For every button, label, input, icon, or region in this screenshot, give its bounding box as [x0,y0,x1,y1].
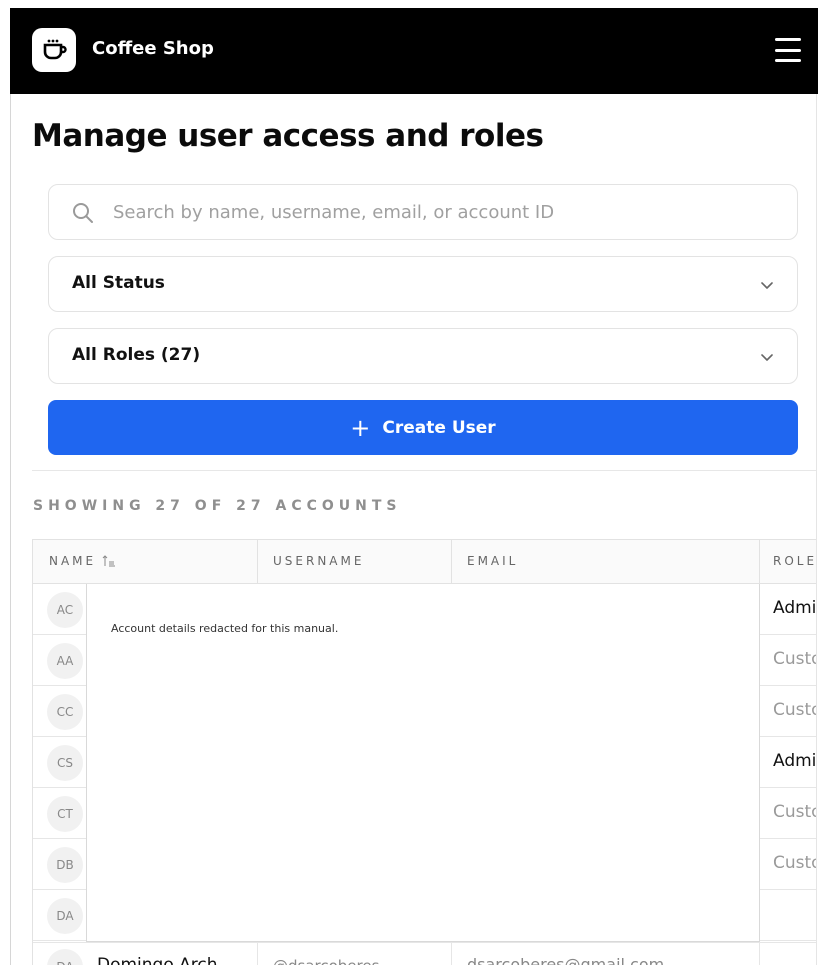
role-cell: Admin [773,751,816,771]
table-row[interactable]: DA Domingo Arch @dsarcoberes dsarcoberes… [33,942,816,965]
role-cell: Customer [773,853,816,873]
column-header-email[interactable]: EMAIL [467,554,518,568]
name-cell: Domingo Arch [97,955,218,965]
column-divider [759,943,760,965]
column-header-role[interactable]: ROLE [773,554,816,568]
coffee-cup-icon[interactable] [32,28,76,72]
chevron-down-icon [761,354,773,361]
roles-filter-value: All Roles (27) [72,345,201,365]
section-divider [32,470,816,471]
search-icon [73,203,93,223]
top-navigation-bar: Coffee Shop [10,8,818,94]
roles-filter-select[interactable]: All Roles (27) [48,328,798,384]
plus-icon: + [350,413,371,442]
column-divider [257,943,258,965]
status-filter-select[interactable]: All Status [48,256,798,312]
table-header: NAME USERNAME EMAIL ROLE [33,539,816,585]
redaction-panel: Account details redacted for this manual… [86,584,760,942]
search-input[interactable] [113,193,773,231]
role-cell: Admin [773,598,816,618]
hamburger-menu-icon[interactable] [775,38,801,62]
avatar: AA [47,643,83,679]
email-cell: dsarcoberes@gmail.com [467,955,665,965]
column-divider [759,540,760,585]
avatar: DB [47,847,83,883]
sort-ascending-icon[interactable] [102,554,116,568]
column-divider [451,540,452,585]
role-cell: Customer [773,649,816,669]
column-divider [257,540,258,585]
column-header-label: NAME [49,554,97,568]
column-header-name[interactable]: NAME [49,554,116,568]
column-header-username[interactable]: USERNAME [273,554,364,568]
accounts-count: SHOWING 27 OF 27 ACCOUNTS [33,498,402,514]
page-right-border [816,94,817,965]
avatar: CS [47,745,83,781]
search-box[interactable] [48,184,798,240]
status-filter-value: All Status [72,273,165,293]
avatar: DA [47,898,83,934]
app-title: Coffee Shop [92,38,214,59]
avatar: DA [47,949,83,965]
avatar: CC [47,694,83,730]
role-cell: Customer [773,700,816,720]
column-divider [451,943,452,965]
create-user-button[interactable]: + Create User [48,400,798,455]
avatar: CT [47,796,83,832]
create-user-label: Create User [382,417,496,438]
chevron-down-icon [761,282,773,289]
page-left-border [10,94,11,965]
users-table: NAME USERNAME EMAIL ROLE AC Admin AA Cus… [32,539,816,965]
page-title: Manage user access and roles [32,118,544,154]
redaction-note: Account details redacted for this manual… [111,622,339,635]
avatar: AC [47,592,83,628]
username-cell: @dsarcoberes [273,957,379,965]
role-cell: Customer [773,802,816,822]
